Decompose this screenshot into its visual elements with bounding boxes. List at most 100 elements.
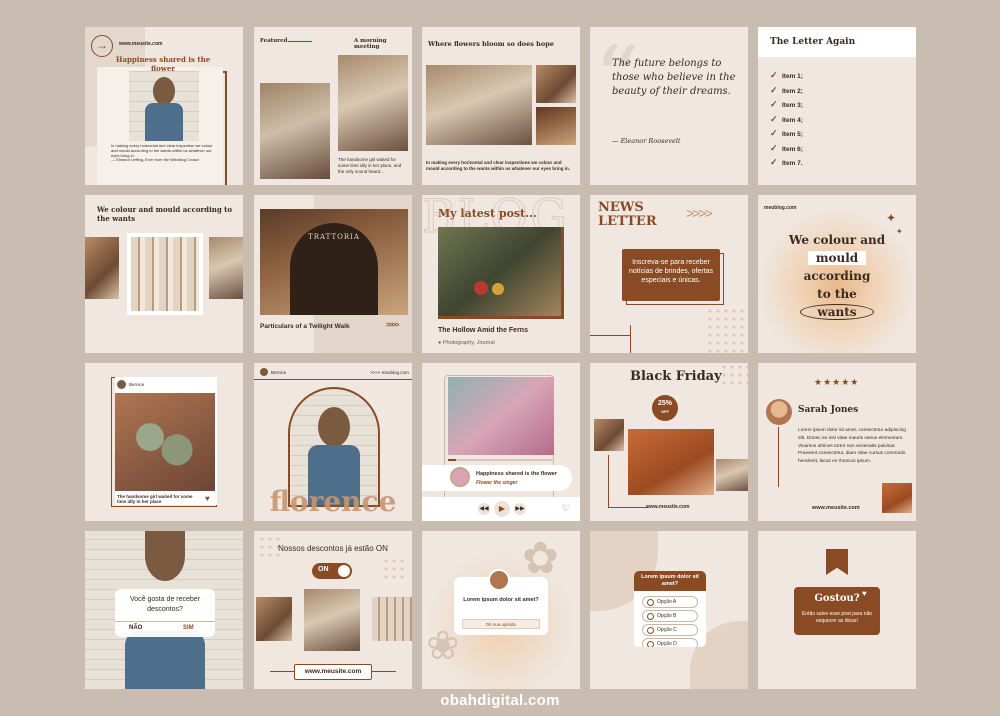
tile-letter-again: The Letter Again ✓ Item 1; ✓ Item 2; ✓ Item… <box>758 27 916 185</box>
list-title: The Letter Again <box>770 37 856 47</box>
post-title: Where flowers bloom so does hope <box>428 40 554 48</box>
tile-discounts-on: Nossos descontos já estão ON ON www.meus… <box>254 531 412 689</box>
site-url[interactable]: www.meusite.com <box>294 664 372 680</box>
review-text: Lorem ipsum dolor sit amet, consectetur … <box>798 428 906 465</box>
divider <box>254 379 412 380</box>
photo-thumb-2 <box>536 107 576 145</box>
tile-colour-mould-text: meublog.com ✦ ✦ We colour and mould acco… <box>758 195 916 353</box>
no-button[interactable]: NÃO <box>129 625 142 631</box>
list-item: ✓ Item 1; <box>770 70 803 81</box>
song-title: Happiness shared is the flower <box>476 471 557 477</box>
photo-thumb-1 <box>536 65 576 103</box>
hero-text: We colour and mould according to the wan… <box>788 233 886 320</box>
line <box>778 427 779 487</box>
tile-gostou: Gostou? ♥ Então salve esse post para não… <box>758 531 916 689</box>
rating-stars-icon: ★★★★★ <box>814 377 860 387</box>
progress-fill <box>448 459 457 461</box>
photo-singer <box>448 377 554 455</box>
featured-label: Featured <box>260 38 288 44</box>
tile-quiz: Lorem ipsum dolor sit amet? Opção A Opçã… <box>590 531 748 689</box>
list-item: ✓ Item 2; <box>770 84 803 95</box>
username: Bernice <box>271 370 287 375</box>
sparkle-icon: ✦ <box>886 211 897 225</box>
checkmark-icon: ✓ <box>770 157 778 167</box>
on-toggle[interactable]: ON <box>312 563 352 579</box>
heart-icon[interactable]: ♥ <box>205 494 210 503</box>
yes-button[interactable]: SIM <box>183 625 194 631</box>
checkmark-icon: ✓ <box>770 142 778 153</box>
heart-outline-icon[interactable]: ♡ <box>562 503 570 514</box>
list-item: ✓ Item 7. <box>770 157 803 168</box>
album-avatar <box>450 467 470 487</box>
post-title: Particulars of a Twilight Walk <box>260 323 350 330</box>
tile-morning-meeting: Featured A morning meeting The handsome … <box>254 27 412 185</box>
track-info <box>422 465 572 491</box>
tile-florence: Bernice >>>> meublog.com florence <box>254 363 412 521</box>
photo-sweater <box>304 589 360 651</box>
checklist: ✓ Item 1; ✓ Item 2; ✓ Item 3; ✓ Item 4; ✓ Ite… <box>770 71 890 173</box>
quote-author: — Eleanor Leffing, Ever from the Wedding… <box>111 157 199 162</box>
discount-badge: 25% OFF <box>652 395 678 421</box>
list-item: ✓ Item 5; <box>770 128 803 139</box>
save-title: Gostou? <box>814 593 860 604</box>
post-caption: The handsome girl waited for some time i… <box>117 494 193 504</box>
name-overlay: florence <box>269 485 397 518</box>
photo-thumb <box>882 483 912 513</box>
photo-thumb-1 <box>594 419 624 451</box>
tile-twilight-walk: TRATTORIA Particulars of a Twilight Walk… <box>254 195 412 353</box>
quote-author: — Eleanor Roosevelt <box>612 137 681 145</box>
photo-main <box>426 65 532 145</box>
avatar[interactable] <box>260 368 268 376</box>
list-item: ✓ Item 6; <box>770 142 803 153</box>
promo-title: Black Friday <box>630 369 722 384</box>
photo-right <box>209 237 243 299</box>
photo-rack <box>372 597 412 641</box>
quote-text: The future belongs to those who believe … <box>612 58 736 97</box>
checkmark-icon: ✓ <box>770 84 778 95</box>
subscribe-cta[interactable]: Inscreva-se para receber notícias de bri… <box>622 249 720 301</box>
forward-icon[interactable]: ▶▶ <box>514 503 526 515</box>
promo-title: Nossos descontos já estão ON <box>278 544 388 553</box>
quiz-option[interactable]: Opção B <box>642 610 698 622</box>
site-url: meublog.com <box>764 205 797 211</box>
toggle-knob <box>338 565 350 577</box>
title: We colour and mould according to the wan… <box>97 205 233 223</box>
photo-sweater <box>628 429 714 495</box>
question-text: Lorem ipsum dolor sit amet? <box>463 597 539 603</box>
progress-track[interactable] <box>448 459 554 461</box>
artist-name: Flower the singer <box>476 480 518 486</box>
tile-opinion: ✿ ❀ Lorem ipsum dolor sit amet? Dê sua o… <box>422 531 580 689</box>
quiz-option[interactable]: Opção A <box>642 596 698 608</box>
toggle-label: ON <box>318 566 329 573</box>
heart-icon: ♥ <box>862 589 867 598</box>
checkmark-icon: ✓ <box>770 70 778 80</box>
site-url: www.meusite.com <box>812 505 860 511</box>
dot-pattern <box>382 557 408 579</box>
tile-music-player: Happiness shared is the flower Flower th… <box>422 363 580 521</box>
divider <box>288 41 312 42</box>
arrows-icon: >>>> <box>386 322 399 329</box>
site-url: www.meusite.com <box>119 41 163 47</box>
avatar[interactable] <box>117 380 126 389</box>
arrow-right-icon[interactable]: → <box>91 35 113 57</box>
tile-testimonial: ★★★★★ Sarah Jones Lorem ipsum dolor sit … <box>758 363 916 521</box>
photo-cactus <box>115 393 215 491</box>
quiz-option[interactable]: Opção D <box>642 638 698 647</box>
dot-pattern <box>720 363 748 387</box>
tile-happiness: → www.meusite.com Happiness shared is th… <box>85 27 243 185</box>
checkmark-icon: ✓ <box>770 99 778 109</box>
reviewer-name: Sarah Jones <box>798 405 859 415</box>
list-item: ✓ Item 4; <box>770 113 803 124</box>
post-heading: My latest post... <box>438 207 537 220</box>
post-caption: The handsome girl waited for some time i… <box>338 157 402 174</box>
tile-latest-post: BLOG My latest post... The Hollow Amid t… <box>422 195 580 353</box>
play-icon[interactable]: ▶ <box>494 501 510 517</box>
opinion-input[interactable]: Dê sua opinião <box>462 619 540 629</box>
reviewer-avatar <box>766 399 792 425</box>
quiz-option[interactable]: Opção C <box>642 624 698 636</box>
dot-pattern <box>706 307 748 353</box>
tile-cactus-post: Bernice The handsome girl waited for som… <box>85 363 243 521</box>
news-title: NEWS LETTER <box>598 200 657 229</box>
photo-woman-sitting <box>260 83 330 179</box>
rewind-icon[interactable]: ◀◀ <box>478 503 490 515</box>
